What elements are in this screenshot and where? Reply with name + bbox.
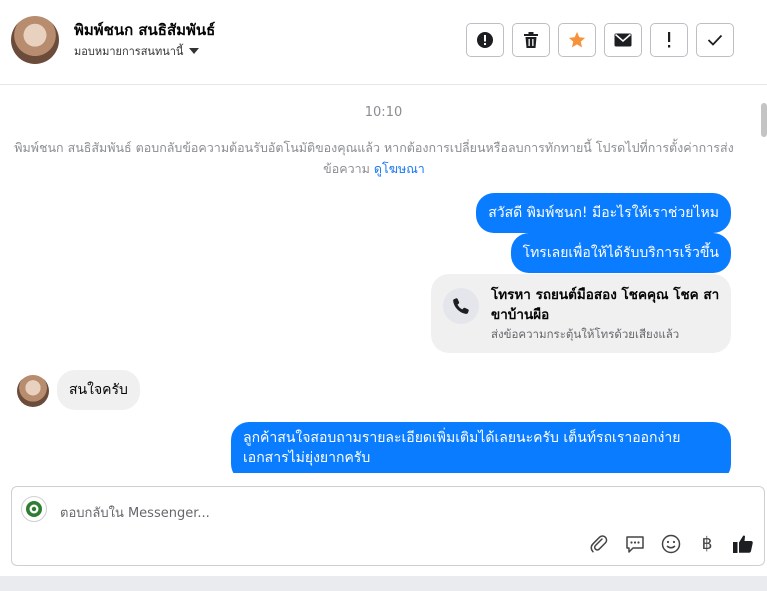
saved-reply-icon[interactable]: [624, 533, 646, 555]
call-card-title: โทรหา รถยนต์มือสอง โชคคุณ โชค สาขาบ้านผื…: [491, 287, 720, 323]
like-icon[interactable]: [732, 533, 754, 555]
contact-name[interactable]: พิมพ์ชนก สนธิสัมพันธ์: [74, 18, 215, 42]
page-logo-icon: [26, 501, 42, 517]
reply-input[interactable]: ตอบกลับใน Messenger...: [60, 502, 210, 523]
message-timestamp: 10:10: [364, 105, 403, 120]
call-card[interactable]: โทรหา รถยนต์มือสอง โชคคุณ โชค สาขาบ้านผื…: [431, 274, 731, 353]
system-notice: พิมพ์ชนก สนธิสัมพันธ์ ตอบกลับข้อความต้อน…: [14, 137, 734, 179]
conversation-header: พิมพ์ชนก สนธิสัมพันธ์ มอบหมายการสนทนานี้: [0, 0, 767, 85]
message-thread[interactable]: 10:10 พิมพ์ชนก สนธิสัมพันธ์ ตอบกลับข้อคว…: [0, 85, 767, 473]
exclamation-icon: [668, 32, 671, 48]
caret-down-icon: [189, 48, 200, 54]
mark-unread-button[interactable]: [604, 23, 642, 57]
check-icon: [707, 34, 723, 46]
envelope-icon: [614, 33, 632, 47]
composer-tools: ฿: [588, 533, 754, 555]
mark-spam-button[interactable]: [466, 23, 504, 57]
outgoing-message: ลูกค้าสนใจสอบถามรายละเอียดเพิ่มเติมได้เล…: [231, 422, 731, 473]
follow-up-button[interactable]: [650, 23, 688, 57]
contact-avatar[interactable]: [11, 16, 59, 64]
baht-icon[interactable]: ฿: [696, 533, 718, 555]
paperclip-icon[interactable]: [588, 533, 610, 555]
reply-composer[interactable]: ตอบกลับใน Messenger... ฿: [11, 486, 765, 566]
contact-avatar-small: [17, 375, 49, 407]
page-avatar: [21, 496, 47, 522]
phone-icon: [443, 288, 479, 324]
mark-done-button[interactable]: [696, 23, 734, 57]
delete-button[interactable]: [512, 23, 550, 57]
call-card-subtitle: ส่งข้อความกระตุ้นให้โทรด้วยเสียงแล้ว: [491, 327, 680, 341]
outgoing-message: สวัสดี พิมพ์ชนก! มีอะไรให้เราช่วยไหม: [476, 193, 731, 233]
emoji-icon[interactable]: [660, 533, 682, 555]
assign-conversation-dropdown[interactable]: มอบหมายการสนทนานี้: [74, 42, 200, 60]
star-icon: [568, 31, 586, 48]
outgoing-message: โทรเลยเพื่อให้ได้รับบริการเร็วขึ้น: [510, 233, 731, 273]
alert-circle-icon: [477, 32, 493, 48]
star-button[interactable]: [558, 23, 596, 57]
bottom-strip: [0, 576, 767, 591]
assign-label: มอบหมายการสนทนานี้: [74, 45, 184, 58]
trash-icon: [524, 32, 538, 48]
view-ad-link[interactable]: ดูโฆษณา: [374, 161, 425, 176]
conversation-toolbar: [466, 23, 734, 57]
incoming-message: สนใจครับ: [57, 370, 140, 410]
